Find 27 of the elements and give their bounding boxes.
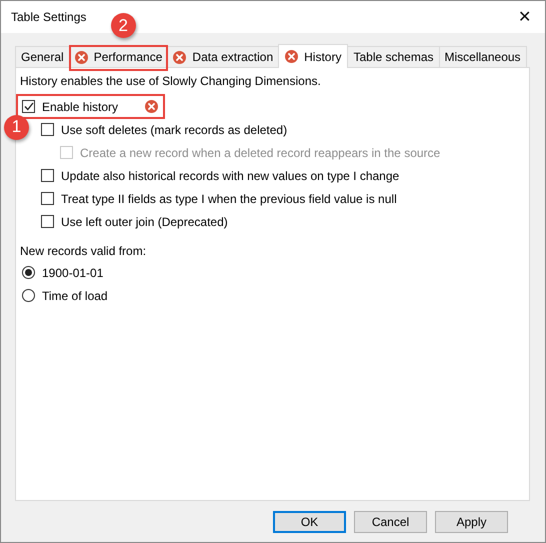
checkbox[interactable] (41, 192, 54, 205)
radio-button[interactable] (22, 289, 35, 302)
tab[interactable]: Data extraction (167, 46, 280, 67)
tab[interactable]: Miscellaneous (438, 46, 527, 67)
checkbox-label: Enable history (42, 100, 118, 114)
checkbox[interactable] (41, 123, 54, 136)
tab[interactable]: History (278, 44, 348, 68)
radio-label: Time of load (42, 288, 108, 302)
window-title: Table Settings (11, 10, 86, 24)
tab[interactable]: General (15, 46, 70, 67)
radio-label: 1900-01-01 (42, 266, 104, 280)
radio-button[interactable] (22, 266, 35, 279)
dialog-button[interactable]: OK (273, 511, 346, 533)
checkbox[interactable] (41, 169, 54, 182)
checkbox-label: Treat type II fields as type I when the previous field value is null (61, 192, 397, 206)
dialog-button[interactable]: Cancel (354, 511, 427, 533)
checkbox-label: Update also historical records with new values on type I change (61, 168, 400, 182)
checkbox-label: Create a new record when a deleted record reappears in the source (80, 146, 440, 160)
dialog-button[interactable]: Apply (435, 511, 508, 533)
checkbox[interactable] (41, 215, 54, 228)
group-label: New records valid from: (20, 243, 148, 260)
callout-badge: 1 (4, 114, 29, 140)
checkbox-label: Use left outer join (Deprecated) (61, 214, 228, 228)
checkbox[interactable] (22, 100, 35, 113)
description-text: History enables the use of Slowly Changing Dimensions. (20, 74, 322, 88)
checkbox-label: Use soft deletes (mark records as deleted) (61, 122, 288, 136)
close-button[interactable]: ✕ (514, 7, 535, 27)
